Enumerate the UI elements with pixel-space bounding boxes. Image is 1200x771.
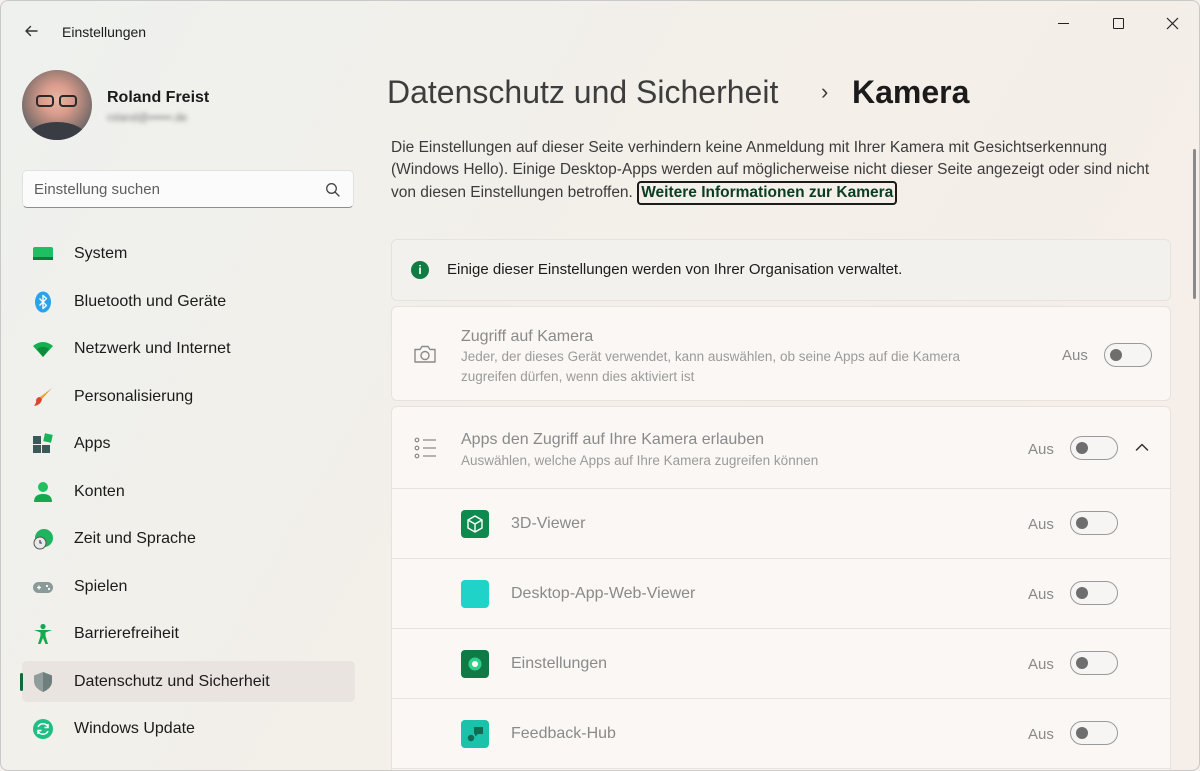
app-toggle-web-viewer[interactable] xyxy=(1070,581,1118,605)
app-name: Desktop-App-Web-Viewer xyxy=(511,585,696,602)
gamepad-icon xyxy=(33,581,53,593)
app-row-web-viewer: Desktop-App-Web-Viewer Aus xyxy=(392,559,1170,629)
sidebar-item-system[interactable]: System xyxy=(22,233,355,274)
update-icon xyxy=(33,719,53,739)
app-title: Einstellungen xyxy=(62,24,147,40)
settings-window: Einstellungen Roland Freist roland@•••••… xyxy=(0,0,1200,771)
app-toggle-3d-viewer[interactable] xyxy=(1070,511,1118,535)
camera-access-toggle[interactable] xyxy=(1104,343,1152,367)
app-name: Einstellungen xyxy=(511,655,608,672)
notice-text: Einige dieser Einstellungen werden von I… xyxy=(447,261,903,278)
camera-access-title: Zugriff auf Kamera xyxy=(461,328,594,345)
page-description: Die Einstellungen auf dieser Seite verhi… xyxy=(391,137,1171,205)
sidebar-item-personalization[interactable]: Personalisierung xyxy=(22,376,355,417)
sidebar-nav: System Bluetooth und Geräte Netzwerk und… xyxy=(20,233,355,756)
minimize-button[interactable] xyxy=(1040,7,1086,39)
app-name: Feedback-Hub xyxy=(511,725,616,742)
user-email: roland@••••••.de xyxy=(107,112,188,124)
bluetooth-icon xyxy=(35,291,51,312)
clock-globe-icon xyxy=(33,529,53,550)
app-state: Aus xyxy=(1028,516,1054,533)
sidebar-item-bluetooth[interactable]: Bluetooth und Geräte xyxy=(22,281,355,322)
scrollbar[interactable] xyxy=(1193,149,1196,299)
sidebar-item-label: Spielen xyxy=(74,577,128,595)
title-bar: Einstellungen xyxy=(1,1,1199,53)
web-viewer-icon xyxy=(461,580,489,608)
sidebar-item-network[interactable]: Netzwerk und Internet xyxy=(22,328,355,369)
info-icon: i xyxy=(411,261,429,279)
apps-icon xyxy=(33,433,53,453)
maximize-icon xyxy=(1112,17,1124,29)
maximize-button[interactable] xyxy=(1095,7,1141,39)
sidebar-item-accounts[interactable]: Konten xyxy=(22,471,355,512)
app-row-feedback-hub: Feedback-Hub Aus xyxy=(392,699,1170,769)
sidebar-item-time-language[interactable]: Zeit und Sprache xyxy=(22,518,355,559)
sidebar-item-privacy-security[interactable]: Datenschutz und Sicherheit xyxy=(20,660,355,702)
apps-access-subtitle: Auswählen, welche Apps auf Ihre Kamera z… xyxy=(461,453,819,468)
app-state: Aus xyxy=(1028,726,1054,743)
avatar-glasses xyxy=(36,95,78,107)
avatar-shirt xyxy=(28,122,86,140)
sidebar-item-label: System xyxy=(74,245,128,262)
system-monitor-icon xyxy=(33,247,53,260)
app-row-settings: Einstellungen Aus xyxy=(392,629,1170,699)
app-state: Aus xyxy=(1028,586,1054,603)
camera-icon xyxy=(414,345,436,363)
sidebar-item-gaming[interactable]: Spielen xyxy=(22,566,355,607)
list-icon xyxy=(414,437,436,459)
apps-access-card: Apps den Zugriff auf Ihre Kamera erlaube… xyxy=(391,406,1171,770)
close-button[interactable] xyxy=(1149,7,1195,39)
shield-icon xyxy=(34,671,52,692)
app-toggle-feedback-hub[interactable] xyxy=(1070,721,1118,745)
search-input[interactable] xyxy=(34,179,314,199)
camera-access-subtitle: Jeder, der dieses Gerät verwendet, kann … xyxy=(461,349,961,384)
apps-access-toggle[interactable] xyxy=(1070,436,1118,460)
sidebar-item-windows-update[interactable]: Windows Update xyxy=(22,708,355,749)
sidebar-item-accessibility[interactable]: Barrierefreiheit xyxy=(22,613,355,654)
minimize-icon xyxy=(1057,22,1069,24)
user-name: Roland Freist xyxy=(107,89,210,106)
managed-notice: i Einige dieser Einstellungen werden von… xyxy=(391,239,1171,301)
settings-gear-icon xyxy=(461,650,489,678)
app-row-3d-viewer: 3D-Viewer Aus xyxy=(392,489,1170,559)
brush-icon xyxy=(34,387,52,406)
sidebar-item-label: Bluetooth und Geräte xyxy=(74,292,227,310)
app-name: 3D-Viewer xyxy=(511,515,586,532)
sidebar-item-label: Barrierefreiheit xyxy=(74,625,179,642)
camera-access-card: Zugriff auf Kamera Jeder, der dieses Ger… xyxy=(391,306,1171,401)
sidebar-item-label: Apps xyxy=(74,435,111,452)
apps-access-title: Apps den Zugriff auf Ihre Kamera erlaube… xyxy=(461,431,764,448)
page-title: Kamera xyxy=(852,74,970,110)
close-icon xyxy=(1166,17,1178,29)
chevron-up-icon[interactable] xyxy=(1132,437,1152,457)
sidebar-item-label: Windows Update xyxy=(74,720,195,737)
back-button[interactable] xyxy=(15,17,47,45)
sidebar-item-label: Datenschutz und Sicherheit xyxy=(74,672,270,690)
search-icon[interactable] xyxy=(324,181,342,199)
app-toggle-settings[interactable] xyxy=(1070,651,1118,675)
person-icon xyxy=(34,481,52,502)
breadcrumb-separator-icon: › xyxy=(821,79,829,104)
3d-viewer-icon xyxy=(461,510,489,538)
sidebar-item-apps[interactable]: Apps xyxy=(22,423,355,464)
feedback-hub-icon xyxy=(461,720,489,748)
sidebar-item-label: Netzwerk und Internet xyxy=(74,340,231,357)
search-box[interactable] xyxy=(22,170,354,208)
back-arrow-icon xyxy=(25,25,38,37)
apps-access-state: Aus xyxy=(1028,441,1054,458)
sidebar-item-label: Konten xyxy=(74,482,125,500)
wifi-icon xyxy=(33,342,53,357)
camera-access-state: Aus xyxy=(1062,347,1088,364)
accessibility-icon xyxy=(34,623,52,644)
sidebar-item-label: Zeit und Sprache xyxy=(74,530,196,547)
info-link[interactable]: Weitere Informationen zur Kamera xyxy=(637,181,898,205)
apps-access-header[interactable]: Apps den Zugriff auf Ihre Kamera erlaube… xyxy=(392,407,1170,489)
sidebar-item-label: Personalisierung xyxy=(74,387,194,405)
app-state: Aus xyxy=(1028,656,1054,673)
breadcrumb-parent[interactable]: Datenschutz und Sicherheit xyxy=(387,74,778,111)
avatar[interactable] xyxy=(22,70,92,140)
